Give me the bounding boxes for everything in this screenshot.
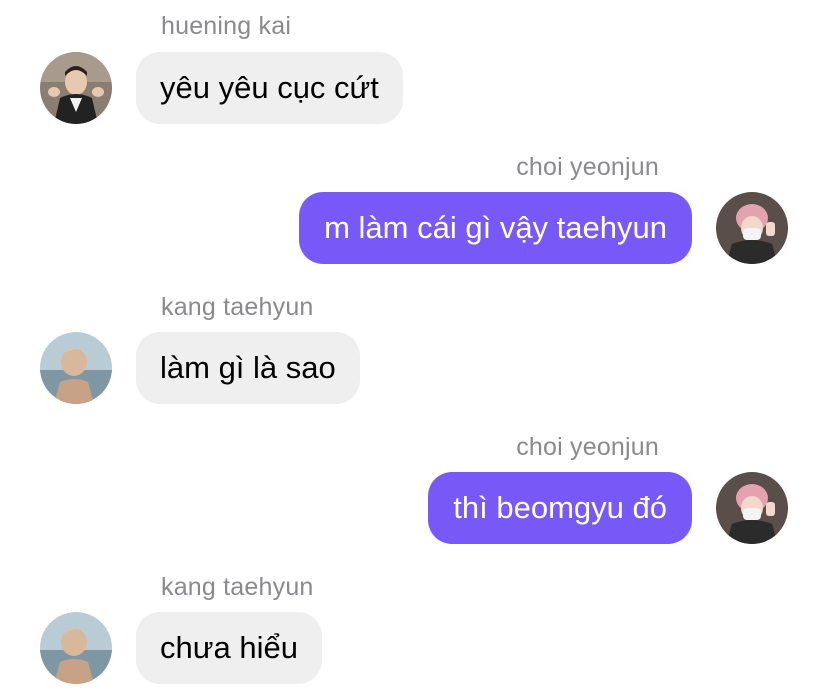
chat-thread: huening kai yêu yêu cục cứt choi yeonjun…	[0, 0, 828, 700]
message-bubble-incoming[interactable]: làm gì là sao	[136, 332, 360, 404]
message-bubble-incoming[interactable]: chưa hiểu	[136, 612, 322, 684]
message-bubble-outgoing[interactable]: m làm cái gì vậy taehyun	[299, 192, 692, 264]
message-bubble-incoming[interactable]: yêu yêu cục cứt	[136, 52, 403, 124]
sender-name: choi yeonjun	[516, 153, 659, 181]
kang-taehyun-avatar[interactable]	[40, 332, 112, 404]
kang-taehyun-avatar[interactable]	[40, 612, 112, 684]
sender-name: choi yeonjun	[516, 433, 659, 461]
sender-name: kang taehyun	[161, 293, 314, 321]
sender-name: kang taehyun	[161, 573, 314, 601]
huening-kai-avatar[interactable]	[40, 52, 112, 124]
message-bubble-outgoing[interactable]: thì beomgyu đó	[428, 472, 692, 544]
choi-yeonjun-avatar[interactable]	[716, 472, 788, 544]
sender-name: huening kai	[161, 12, 292, 40]
choi-yeonjun-avatar[interactable]	[716, 192, 788, 264]
